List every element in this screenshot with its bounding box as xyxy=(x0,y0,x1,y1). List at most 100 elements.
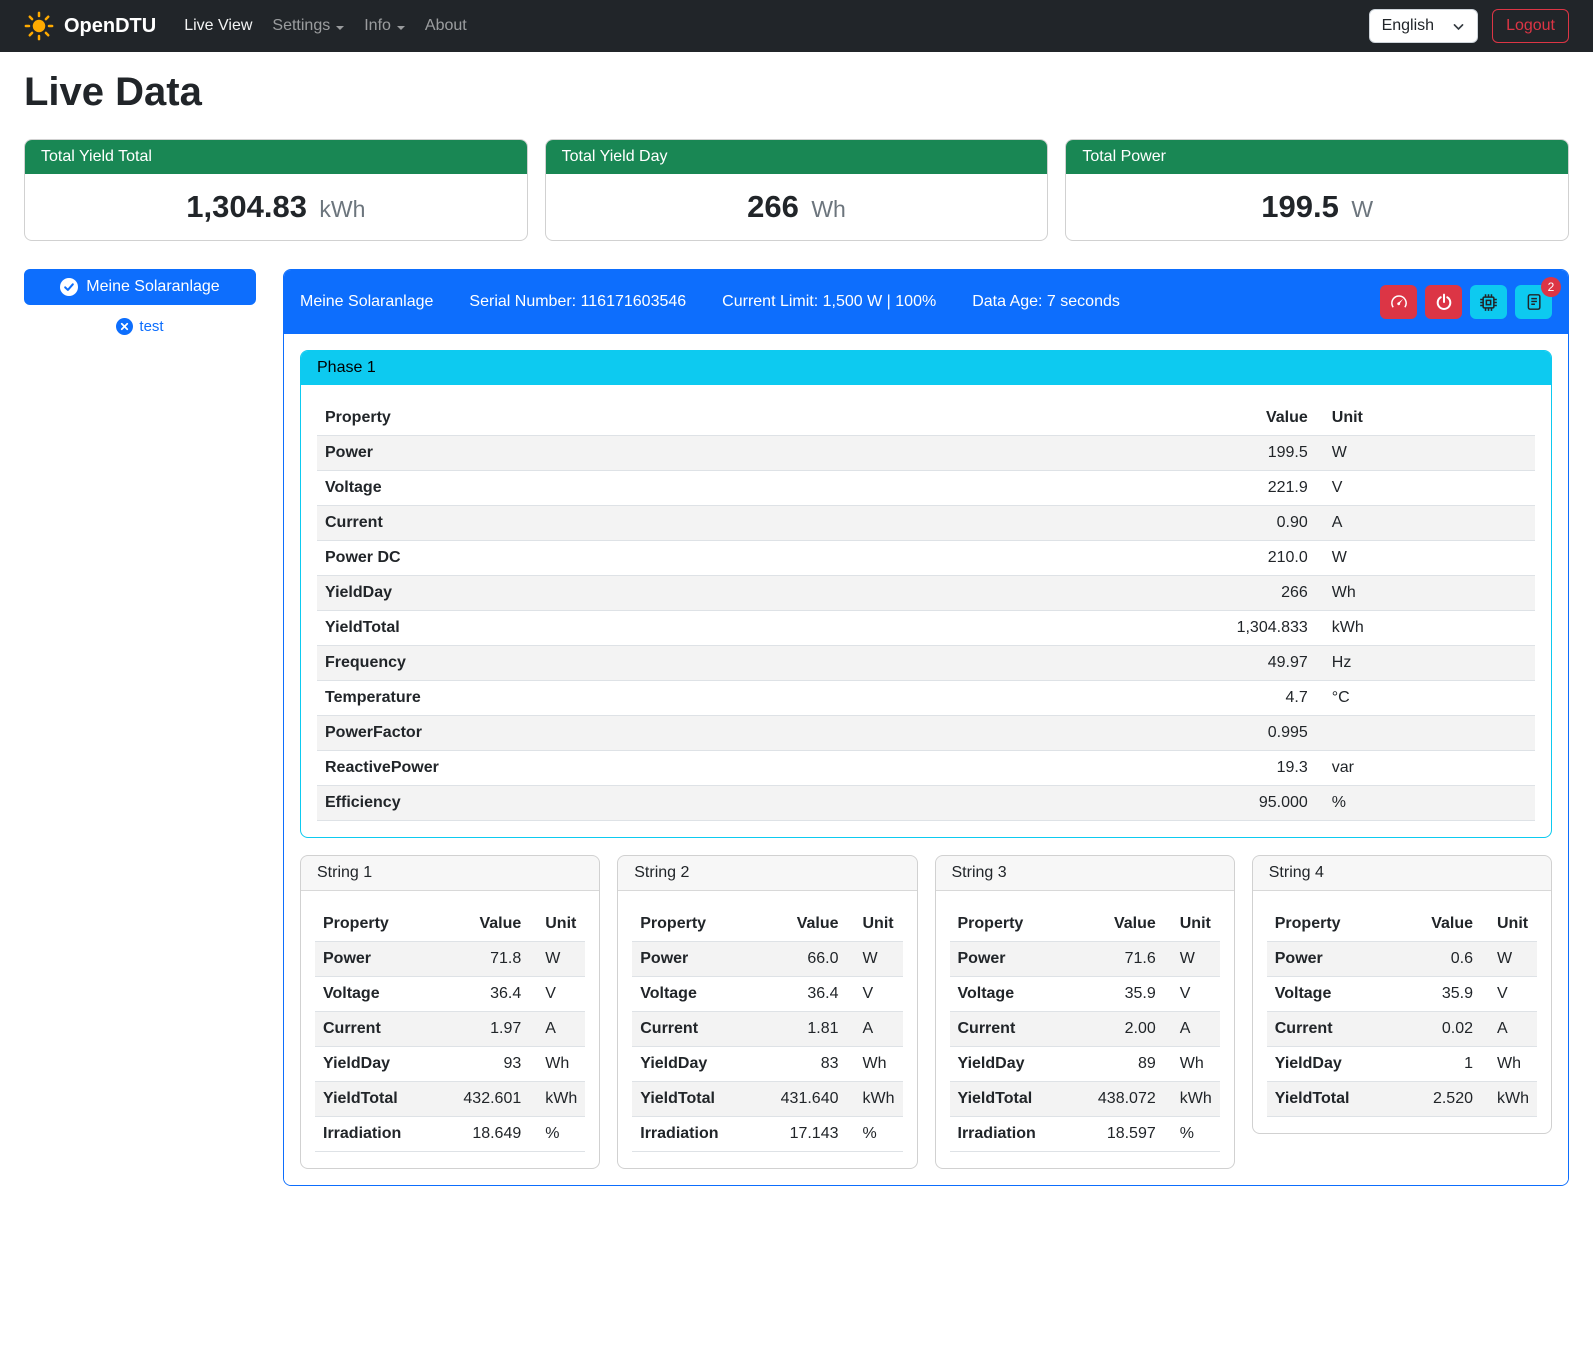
table-row: Power71.6W xyxy=(950,942,1220,977)
check-circle-icon xyxy=(60,278,78,296)
table-row: Irradiation18.649% xyxy=(315,1117,585,1152)
unit-header: Unit xyxy=(1316,401,1535,436)
table-row: Power199.5W xyxy=(317,436,1535,471)
table-row: YieldDay266Wh xyxy=(317,576,1535,611)
inverter-sidebar: Meine Solaranlage test xyxy=(24,269,256,335)
value-cell: 17.143 xyxy=(752,1117,846,1152)
string-4-card: String 4 Property Value Unit xyxy=(1252,855,1552,1134)
string-card-title: String 3 xyxy=(936,856,1234,891)
table-row: Power0.6W xyxy=(1267,942,1537,977)
value-cell: 432.601 xyxy=(435,1082,529,1117)
unit-cell: % xyxy=(529,1117,585,1152)
value-cell: 1 xyxy=(1398,1047,1481,1082)
unit-cell xyxy=(1316,716,1535,751)
value-cell: 36.4 xyxy=(752,977,846,1012)
table-row: Current2.00A xyxy=(950,1012,1220,1047)
table-row: YieldDay89Wh xyxy=(950,1047,1220,1082)
device-info-button[interactable] xyxy=(1470,285,1507,319)
value-header: Value xyxy=(1398,907,1481,942)
chevron-down-icon xyxy=(336,26,344,30)
property-cell: Voltage xyxy=(950,977,1070,1012)
string-card-title: String 1 xyxy=(301,856,599,891)
total-yield-day-card: Total Yield Day 266 Wh xyxy=(545,139,1049,241)
value-cell: 2.00 xyxy=(1070,1012,1164,1047)
string-card-body: Property Value Unit Power71.8WVoltage36.… xyxy=(301,891,599,1168)
property-cell: YieldDay xyxy=(632,1047,752,1082)
limit-settings-button[interactable] xyxy=(1380,285,1417,319)
unit-cell: % xyxy=(1164,1117,1220,1152)
unit-cell: W xyxy=(529,942,585,977)
nav-info-label: Info xyxy=(364,17,391,35)
summary-value: 199.5 xyxy=(1261,189,1339,224)
summary-unit: Wh xyxy=(811,196,846,222)
nav-about[interactable]: About xyxy=(415,9,477,43)
inverter-panel-body: Phase 1 Property Value Unit Power199.5WV… xyxy=(284,334,1568,1185)
property-cell: Power xyxy=(950,942,1070,977)
table-row: Current0.02A xyxy=(1267,1012,1537,1047)
unit-cell: V xyxy=(1316,471,1535,506)
phase-card-body: Property Value Unit Power199.5WVoltage22… xyxy=(301,385,1551,837)
string-table: Property Value Unit Power71.8WVoltage36.… xyxy=(315,907,585,1152)
unit-cell: V xyxy=(529,977,585,1012)
inverter-item-test[interactable]: test xyxy=(24,318,256,335)
unit-cell: A xyxy=(847,1012,903,1047)
string-card-body: Property Value Unit Power0.6WVoltage35.9… xyxy=(1253,891,1551,1133)
table-row: Power71.8W xyxy=(315,942,585,977)
unit-header: Unit xyxy=(1481,907,1537,942)
value-cell: 35.9 xyxy=(1398,977,1481,1012)
string-3-card: String 3 Property Value Unit xyxy=(935,855,1235,1169)
value-cell: 431.640 xyxy=(752,1082,846,1117)
value-cell: 0.90 xyxy=(915,506,1316,541)
table-row: Voltage36.4V xyxy=(315,977,585,1012)
table-header-row: Property Value Unit xyxy=(950,907,1220,942)
table-row: YieldTotal2.520kWh xyxy=(1267,1082,1537,1117)
value-cell: 199.5 xyxy=(915,436,1316,471)
string-card-title: String 4 xyxy=(1253,856,1551,891)
x-circle-icon xyxy=(116,318,133,335)
summary-value: 1,304.83 xyxy=(186,189,307,224)
sun-logo-icon xyxy=(24,11,54,41)
inverter-name: Meine Solaranlage xyxy=(300,293,433,311)
summary-card-title: Total Yield Day xyxy=(546,140,1048,174)
property-cell: YieldTotal xyxy=(1267,1082,1398,1117)
nav-info[interactable]: Info xyxy=(354,9,415,43)
unit-cell: °C xyxy=(1316,681,1535,716)
property-cell: Irradiation xyxy=(315,1117,435,1152)
string-1-card: String 1 Property Value Unit xyxy=(300,855,600,1169)
nav-settings[interactable]: Settings xyxy=(262,9,354,43)
summary-card-title: Total Power xyxy=(1066,140,1568,174)
property-cell: YieldDay xyxy=(1267,1047,1398,1082)
summary-cards: Total Yield Total 1,304.83 kWh Total Yie… xyxy=(24,139,1569,241)
value-header: Value xyxy=(435,907,529,942)
language-select[interactable]: English xyxy=(1369,9,1478,43)
logout-button[interactable]: Logout xyxy=(1492,9,1569,43)
property-cell: Voltage xyxy=(315,977,435,1012)
power-icon xyxy=(1435,293,1453,311)
unit-header: Unit xyxy=(847,907,903,942)
property-cell: YieldDay xyxy=(315,1047,435,1082)
property-cell: Voltage xyxy=(317,471,915,506)
property-cell: Temperature xyxy=(317,681,915,716)
summary-unit: kWh xyxy=(319,196,365,222)
property-cell: Efficiency xyxy=(317,786,915,821)
brand-link[interactable]: OpenDTU xyxy=(24,11,156,41)
value-cell: 36.4 xyxy=(435,977,529,1012)
power-button[interactable] xyxy=(1425,285,1462,319)
nav-left: OpenDTU Live View Settings Info About xyxy=(24,9,477,43)
property-header: Property xyxy=(632,907,752,942)
property-cell: Current xyxy=(632,1012,752,1047)
property-cell: ReactivePower xyxy=(317,751,915,786)
unit-cell: Wh xyxy=(1316,576,1535,611)
unit-cell: W xyxy=(1316,541,1535,576)
inverter-select-button[interactable]: Meine Solaranlage xyxy=(24,269,256,305)
phase-card: Phase 1 Property Value Unit Power199.5WV… xyxy=(300,350,1552,838)
inverter-test-label: test xyxy=(139,318,163,335)
unit-cell: W xyxy=(1316,436,1535,471)
event-log-button[interactable]: 2 xyxy=(1515,285,1552,319)
unit-cell: kWh xyxy=(1316,611,1535,646)
nav-live-view[interactable]: Live View xyxy=(174,9,262,43)
total-power-card: Total Power 199.5 W xyxy=(1065,139,1569,241)
value-cell: 19.3 xyxy=(915,751,1316,786)
value-cell: 0.6 xyxy=(1398,942,1481,977)
nav-settings-label: Settings xyxy=(272,17,330,35)
